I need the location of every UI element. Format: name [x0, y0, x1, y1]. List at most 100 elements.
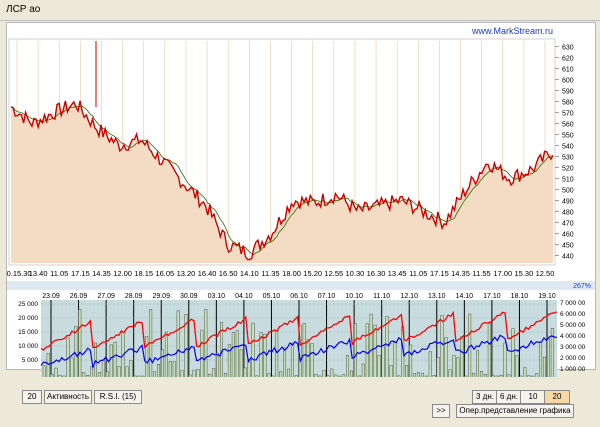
range-6d-button[interactable]: 6 дн. [496, 390, 522, 404]
volume-bar [515, 355, 519, 377]
volume-bar [50, 374, 54, 377]
right-tick-label: 5 000 00 [560, 322, 586, 329]
x-tick-label: 14.35 [92, 269, 111, 278]
date-tick-label: 14.10 [456, 293, 474, 300]
volume-bar [385, 316, 389, 377]
volume-bar [54, 367, 58, 377]
volume-bar [129, 359, 133, 377]
date-tick-label: 28.09 [125, 293, 143, 300]
volume-bar [322, 370, 326, 377]
volume-bar [208, 373, 212, 377]
volume-bar [389, 365, 393, 377]
volume-bar [58, 375, 62, 377]
volume-bar [42, 365, 46, 377]
date-tick-label: 18.10 [511, 293, 529, 300]
left-tick-label: 20 000 [18, 315, 38, 322]
volume-bar [283, 347, 287, 377]
volume-bar [137, 375, 141, 377]
right-tick-label: 6 000 00 [560, 311, 586, 318]
nav-next-button[interactable]: >> [432, 404, 450, 418]
volume-bar [373, 324, 377, 377]
volume-bar [243, 367, 247, 377]
volume-bar [113, 341, 117, 377]
rsi-button[interactable]: R.S.I. (15) [94, 390, 142, 404]
volume-bar [267, 373, 271, 377]
volume-bar [381, 345, 385, 377]
y-tick-label: 490 [562, 198, 574, 205]
volume-bar [192, 369, 196, 377]
x-tick-label: 17.00 [493, 269, 512, 278]
y-tick-label: 460 [562, 231, 574, 238]
volume-bar [176, 310, 180, 377]
volume-bar [535, 373, 539, 377]
x-tick-label: 14.10 [240, 269, 259, 278]
volume-bar [86, 375, 90, 377]
volume-bar [180, 370, 184, 377]
volume-bar [479, 371, 483, 377]
volume-bar [239, 349, 243, 377]
volume-bar [231, 332, 235, 377]
volume-bar [405, 365, 409, 377]
y-tick-label: 560 [562, 121, 574, 128]
volume-bar [424, 375, 428, 377]
y-tick-label: 440 [562, 253, 574, 260]
x-tick-label: 11.55 [473, 269, 491, 278]
y-tick-label: 540 [562, 143, 574, 150]
x-tick-label: 16.05 [155, 269, 174, 278]
left-tick-label: 25 000 [18, 301, 38, 308]
volume-bar [334, 374, 338, 377]
volume-bar [70, 357, 74, 377]
range-20d-button[interactable]: 20 дн. [544, 390, 570, 413]
volume-bar [338, 375, 342, 377]
volume-bar [290, 342, 294, 377]
chart-panel: www.MarkStream.ru 630 620 610 600 590 580 570 5… [6, 22, 596, 377]
volume-bar [452, 355, 456, 377]
x-tick-label: 13.20 [177, 269, 196, 278]
period-input[interactable]: 20 [22, 390, 42, 404]
volume-bar [456, 357, 460, 377]
volume-bar [157, 363, 161, 377]
date-tick-label: 05.10 [263, 293, 281, 300]
volume-bar [46, 353, 50, 377]
volume-bar [357, 375, 361, 377]
range-10d-button[interactable]: 10 дн. [520, 390, 546, 413]
volume-bar [539, 341, 543, 377]
volume-bar [491, 375, 495, 377]
volume-bar [286, 368, 290, 377]
date-tick-label: 11.10 [373, 293, 390, 300]
price-chart: 630 620 610 600 590 580 570 560 550 540 530 520 510 5… [7, 38, 574, 278]
right-tick-label: 4 000 00 [560, 333, 586, 340]
volume-bar [200, 329, 204, 377]
volume-bar [326, 375, 330, 377]
right-tick-label: 3 000 00 [560, 344, 586, 351]
volume-bar [330, 368, 334, 377]
volume-bar [440, 315, 444, 377]
date-tick-label: 04.10 [235, 293, 253, 300]
volume-bar [223, 373, 227, 377]
volume-bar [117, 366, 121, 377]
range-3d-button[interactable]: 3 дн. [472, 390, 498, 404]
y-tick-label: 470 [562, 220, 574, 227]
watermark-link[interactable]: www.MarkStream.ru [472, 26, 553, 36]
volume-bar [125, 366, 129, 377]
volume-bar [416, 372, 420, 377]
volume-bar [141, 375, 145, 377]
volume-bar [546, 338, 550, 377]
right-tick-label: 7 000 00 [560, 300, 586, 307]
volume-chart: 267% 23.09 26.09 27.09 28.09 29.09 30.09 03.10… [7, 281, 595, 377]
volume-bar [133, 375, 137, 377]
volume-bar [476, 350, 480, 377]
operational-view-button[interactable]: Опер.представление графика [456, 404, 574, 418]
x-tick-label: 14.35 [451, 269, 470, 278]
x-tick-label: 13.40 [29, 269, 48, 278]
volume-bar [448, 369, 452, 377]
volume-bar [294, 375, 298, 377]
y-tick-label: 520 [562, 165, 574, 172]
volume-bar [227, 344, 231, 377]
left-tick-label: 15 000 [18, 329, 38, 336]
activity-button[interactable]: Активность [44, 390, 92, 404]
y-tick-label: 620 [562, 55, 574, 62]
right-tick-label: 1 000 00 [560, 366, 586, 373]
x-tick-label: 13.45 [388, 269, 407, 278]
date-tick-label: 26.09 [70, 293, 88, 300]
